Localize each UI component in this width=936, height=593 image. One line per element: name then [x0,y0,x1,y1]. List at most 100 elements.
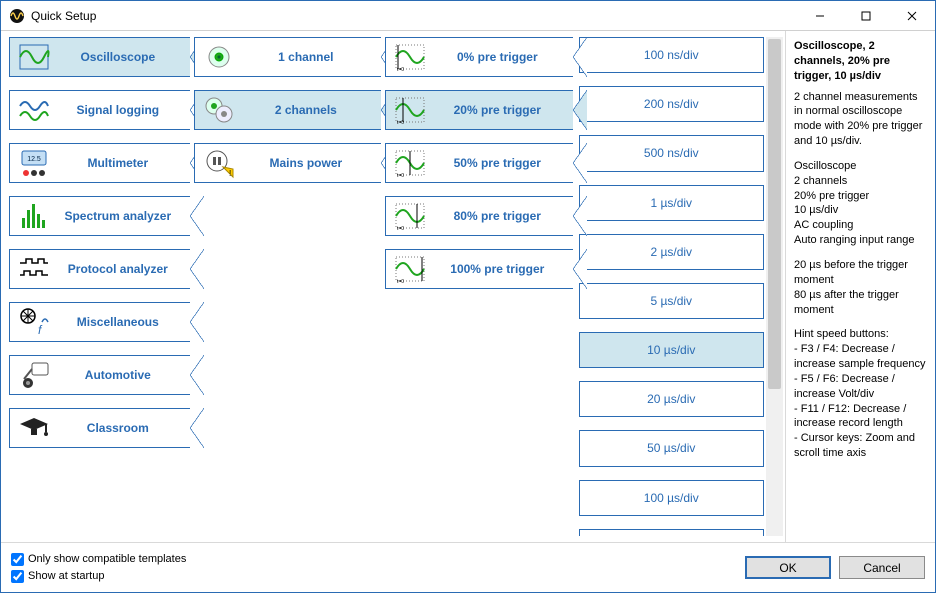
show-startup-input[interactable] [11,570,24,583]
info-spec-line: 20% pre trigger [794,189,927,204]
pretrigger-item-label: 20% pre trigger [428,103,572,117]
bnc-1-icon [201,39,237,75]
channel-item-label: Mains power [237,156,381,170]
timediv-option-label: 50 µs/div [647,441,695,455]
timediv-option-100us[interactable]: 100 µs/div [579,480,765,516]
channels-column: 1 channel 2 channels! Mains power [194,37,381,536]
info-spec-line: Oscilloscope [794,159,927,174]
category-item-miscellaneous[interactable]: f Miscellaneous [9,302,190,342]
info-hint-line: - Cursor keys: Zoom and scroll time axis [794,431,927,461]
category-item-automotive[interactable]: Automotive [9,355,190,395]
category-item-label: Spectrum analyzer [52,209,190,223]
timediv-option-20us[interactable]: 20 µs/div [579,381,765,417]
ok-button[interactable]: OK [745,556,831,579]
wave-pt50-icon: t=0 [392,145,428,181]
automotive-icon [16,357,52,393]
wave-pt20-icon: t=0 [392,92,428,128]
bnc-2-icon [201,92,237,128]
category-item-label: Oscilloscope [52,50,190,64]
pretrigger-item-label: 80% pre trigger [428,209,572,223]
vertical-scrollbar[interactable] [766,37,783,536]
info-spec-line: AC coupling [794,218,927,233]
pretrigger-item-pt-80[interactable]: t=080% pre trigger [385,196,572,236]
cancel-button-label: Cancel [863,561,900,575]
minimize-button[interactable] [797,1,843,31]
spectrum-analyzer-icon [16,198,52,234]
timediv-option-label: 20 µs/div [647,392,695,406]
app-icon [9,8,25,24]
window-title: Quick Setup [31,9,96,23]
miscellaneous-icon: f [16,304,52,340]
timediv-option-partial[interactable] [579,529,765,536]
pretrigger-column: t=0 0% pre trigger t=0 20% pre trigger t=0 50… [385,37,572,536]
only-compatible-label: Only show compatible templates [28,553,186,565]
multimeter-icon: 12.5 [16,145,52,181]
info-spec-line: 10 µs/div [794,203,927,218]
timediv-option-500ns[interactable]: 500 ns/div [579,135,765,171]
category-item-protocol-analyzer[interactable]: Protocol analyzer [9,249,190,289]
timediv-option-100ns[interactable]: 100 ns/div [579,37,765,73]
ok-button-label: OK [779,561,796,575]
pretrigger-item-pt-100[interactable]: t=0100% pre trigger [385,249,572,289]
info-hints-list: - F3 / F4: Decrease / increase sample fr… [794,342,927,461]
protocol-analyzer-icon [16,251,52,287]
category-item-oscilloscope[interactable]: Oscilloscope [9,37,190,77]
svg-text:12.5: 12.5 [27,156,41,163]
info-timing-after: 80 µs after the trigger moment [794,288,927,318]
mains-icon: ! [201,145,237,181]
titlebar: Quick Setup [1,1,935,31]
channel-item-1-channel[interactable]: 1 channel [194,37,381,77]
timediv-option-10us[interactable]: 10 µs/div [579,332,765,368]
channel-item-label: 1 channel [237,50,381,64]
category-item-multimeter[interactable]: 12.5 Multimeter [9,143,190,183]
timediv-option-5us[interactable]: 5 µs/div [579,283,765,319]
info-hint-line: - F5 / F6: Decrease / increase Volt/div [794,372,927,402]
template-columns: Oscilloscope Signal logging 12.5 Multimeter… [1,31,766,542]
pretrigger-item-label: 0% pre trigger [428,50,572,64]
svg-text:!: ! [229,169,231,178]
info-hint-line: - F11 / F12: Decrease / increase record … [794,402,927,432]
close-button[interactable] [889,1,935,31]
pretrigger-item-pt-20[interactable]: t=0 20% pre trigger [385,90,572,130]
timediv-option-label: 200 ns/div [644,97,699,111]
signal-logging-icon [16,92,52,128]
channel-item-2-channels[interactable]: 2 channels [194,90,381,130]
timediv-option-label: 500 ns/div [644,146,699,160]
category-item-label: Miscellaneous [52,315,190,329]
svg-text:t=0: t=0 [397,67,404,73]
category-item-label: Multimeter [52,156,190,170]
channel-item-label: 2 channels [237,103,381,117]
timediv-option-200ns[interactable]: 200 ns/div [579,86,765,122]
timediv-option-label: 10 µs/div [647,343,695,357]
channel-item-mains-power[interactable]: ! Mains power [194,143,381,183]
timediv-option-label: 100 µs/div [644,491,699,505]
wave-pt0-icon: t=0 [392,39,428,75]
show-startup-checkbox[interactable]: Show at startup [11,570,186,583]
scrollbar-thumb[interactable] [768,39,781,389]
pretrigger-item-label: 50% pre trigger [428,156,572,170]
quick-setup-window: Quick Setup Oscilloscope Signal logging 12… [0,0,936,593]
timediv-option-label: 100 ns/div [644,48,699,62]
classroom-icon [16,410,52,446]
category-item-signal-logging[interactable]: Signal logging [9,90,190,130]
category-item-label: Signal logging [52,103,190,117]
category-item-spectrum-analyzer[interactable]: Spectrum analyzer [9,196,190,236]
info-timing-before: 20 µs before the trigger moment [794,258,927,288]
timediv-option-2us[interactable]: 2 µs/div [579,234,765,270]
category-item-classroom[interactable]: Classroom [9,408,190,448]
timediv-option-50us[interactable]: 50 µs/div [579,430,765,466]
pretrigger-item-pt-50[interactable]: t=0 50% pre trigger [385,143,572,183]
svg-text:f: f [38,323,43,337]
pretrigger-item-pt-0[interactable]: t=0 0% pre trigger [385,37,572,77]
only-compatible-checkbox[interactable]: Only show compatible templates [11,553,186,566]
svg-text:t=0: t=0 [397,173,404,179]
bottom-bar: Only show compatible templates Show at s… [1,542,935,592]
svg-text:t=0: t=0 [397,120,404,126]
timediv-column: 100 ns/div 200 ns/div 500 ns/div 1 µs/div 2 … [579,37,765,536]
maximize-button[interactable] [843,1,889,31]
timediv-option-1us[interactable]: 1 µs/div [579,185,765,221]
info-hint-line: - F3 / F4: Decrease / increase sample fr… [794,342,927,372]
only-compatible-input[interactable] [11,553,24,566]
info-summary: 2 channel measurements in normal oscillo… [794,90,927,149]
cancel-button[interactable]: Cancel [839,556,925,579]
